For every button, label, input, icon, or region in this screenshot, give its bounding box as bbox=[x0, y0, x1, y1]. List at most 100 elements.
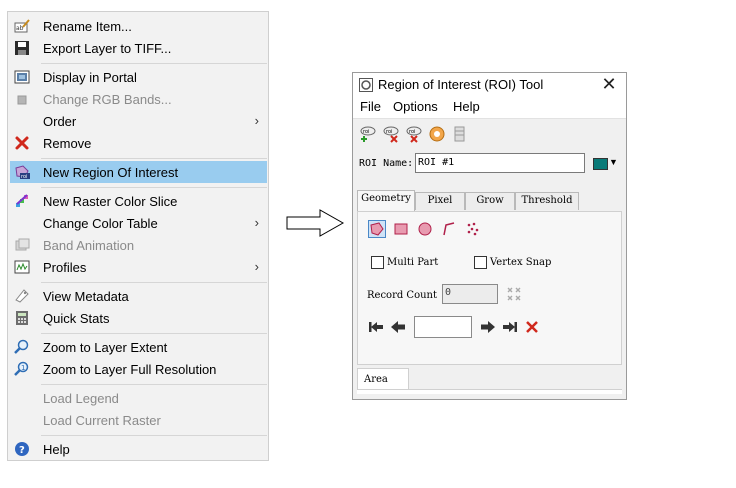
menu-item-label: Band Animation bbox=[43, 237, 135, 253]
rectangle-tool-button[interactable] bbox=[392, 220, 410, 238]
menu-item-help[interactable]: ? Help bbox=[10, 438, 267, 460]
next-record-button[interactable] bbox=[479, 318, 497, 336]
multi-part-checkbox[interactable]: Multi Part bbox=[371, 256, 438, 269]
menu-item-label: New Raster Color Slice bbox=[43, 193, 178, 209]
menu-bar: File Options Help bbox=[353, 97, 626, 119]
close-button[interactable]: ✕ bbox=[600, 75, 618, 93]
delete-icon bbox=[526, 321, 538, 333]
last-record-button[interactable] bbox=[501, 318, 519, 336]
svg-text:roi: roi bbox=[363, 129, 369, 135]
layer-context-menu: ab Rename Item... Export Layer to TIFF..… bbox=[7, 11, 269, 461]
menu-item-change-rgb-bands[interactable]: Change RGB Bands... bbox=[10, 88, 267, 110]
menu-item-new-roi[interactable]: roi New Region Of Interest bbox=[10, 161, 267, 183]
zoom-extent-icon bbox=[14, 339, 30, 355]
new-roi-icon: roi bbox=[360, 126, 376, 142]
menu-item-label: Export Layer to TIFF... bbox=[43, 40, 172, 56]
menu-item-order[interactable]: Order › bbox=[10, 110, 267, 132]
menu-file[interactable]: File bbox=[360, 99, 381, 114]
polyline-tool-button[interactable] bbox=[440, 220, 458, 238]
menu-item-quick-stats[interactable]: Quick Stats bbox=[10, 307, 267, 329]
chevron-down-icon[interactable]: ▼ bbox=[609, 157, 618, 167]
menu-separator bbox=[41, 158, 267, 159]
ellipse-tool-button[interactable] bbox=[416, 220, 434, 238]
rename-icon: ab bbox=[14, 18, 30, 34]
polyline-icon bbox=[443, 222, 455, 236]
menu-item-zoom-layer-extent[interactable]: Zoom to Layer Extent bbox=[10, 336, 267, 358]
menu-item-display-portal[interactable]: Display in Portal bbox=[10, 66, 267, 88]
color-slice-icon bbox=[14, 193, 30, 209]
menu-item-label: Profiles bbox=[43, 259, 87, 275]
menu-item-label: Change RGB Bands... bbox=[43, 91, 172, 107]
menu-item-label: Zoom to Layer Extent bbox=[43, 339, 168, 355]
polygon-icon bbox=[370, 222, 384, 236]
menu-item-profiles[interactable]: Profiles › bbox=[10, 256, 267, 278]
record-navigation bbox=[367, 316, 541, 338]
roi-name-label: ROI Name: bbox=[359, 158, 414, 169]
profiles-icon bbox=[14, 259, 30, 275]
delete-all-roi-button[interactable]: roi bbox=[405, 125, 423, 143]
roi-color-swatch[interactable] bbox=[593, 158, 608, 170]
title-bar: Region of Interest (ROI) Tool ✕ bbox=[353, 73, 626, 97]
menu-separator bbox=[41, 282, 267, 283]
tab-threshold[interactable]: Threshold bbox=[515, 192, 579, 210]
svg-text:roi: roi bbox=[386, 129, 392, 135]
menu-item-band-animation[interactable]: Band Animation bbox=[10, 234, 267, 256]
svg-text:roi: roi bbox=[21, 174, 27, 180]
record-count-label: Record Count bbox=[367, 290, 437, 301]
menu-item-zoom-full-resolution[interactable]: 1 Zoom to Layer Full Resolution bbox=[10, 358, 267, 380]
rectangle-icon bbox=[394, 223, 408, 235]
band-animation-icon bbox=[14, 237, 30, 253]
tab-area[interactable]: Area bbox=[357, 368, 409, 390]
menu-separator bbox=[41, 63, 267, 64]
menu-separator bbox=[41, 333, 267, 334]
tab-geometry[interactable]: Geometry bbox=[357, 190, 415, 211]
first-record-button[interactable] bbox=[367, 318, 385, 336]
gear-roi-icon bbox=[429, 126, 445, 142]
table-button[interactable] bbox=[451, 125, 469, 143]
delete-roi-button[interactable]: roi bbox=[382, 125, 400, 143]
polygon-tool-button[interactable] bbox=[368, 220, 386, 238]
roi-toolbar: roi roi roi bbox=[359, 125, 469, 145]
roi-options-button[interactable] bbox=[428, 125, 446, 143]
zoom-full-res-icon: 1 bbox=[14, 361, 30, 377]
menu-item-load-current-raster[interactable]: Load Current Raster bbox=[10, 409, 267, 431]
menu-options[interactable]: Options bbox=[393, 99, 438, 114]
menu-item-label: New Region Of Interest bbox=[43, 164, 179, 180]
vertex-snap-checkbox[interactable]: Vertex Snap bbox=[474, 256, 551, 269]
svg-text:roi: roi bbox=[409, 129, 415, 135]
metadata-icon bbox=[14, 288, 30, 304]
point-tool-button[interactable] bbox=[464, 220, 482, 238]
menu-separator bbox=[41, 187, 267, 188]
delete-records-icon bbox=[507, 287, 521, 301]
menu-item-rename[interactable]: ab Rename Item... bbox=[10, 15, 267, 37]
new-roi-button[interactable]: roi bbox=[359, 125, 377, 143]
chevron-right-icon: › bbox=[254, 259, 259, 274]
roi-tool-window: Region of Interest (ROI) Tool ✕ File Opt… bbox=[352, 72, 627, 400]
roi-name-input[interactable]: ROI #1 bbox=[415, 153, 585, 173]
menu-item-change-color-table[interactable]: Change Color Table › bbox=[10, 212, 267, 234]
menu-help[interactable]: Help bbox=[453, 99, 480, 114]
points-icon bbox=[467, 222, 479, 236]
checkbox[interactable] bbox=[371, 256, 384, 269]
shape-tools bbox=[368, 220, 482, 238]
menu-item-view-metadata[interactable]: View Metadata bbox=[10, 285, 267, 307]
tab-grow[interactable]: Grow bbox=[465, 192, 515, 210]
menu-item-export-tiff[interactable]: Export Layer to TIFF... bbox=[10, 37, 267, 59]
previous-record-button[interactable] bbox=[389, 318, 407, 336]
roi-app-icon bbox=[359, 78, 373, 92]
menu-item-label: Order bbox=[43, 113, 77, 129]
menu-item-new-raster-color-slice[interactable]: New Raster Color Slice bbox=[10, 190, 267, 212]
bottom-tab-strip bbox=[357, 389, 622, 394]
chevron-right-icon: › bbox=[254, 113, 259, 128]
delete-record-button[interactable] bbox=[523, 318, 541, 336]
menu-item-load-legend[interactable]: Load Legend bbox=[10, 387, 267, 409]
last-icon bbox=[503, 322, 517, 332]
table-icon bbox=[454, 126, 465, 142]
tab-pixel[interactable]: Pixel bbox=[415, 192, 465, 210]
record-index-input[interactable] bbox=[414, 316, 472, 338]
menu-item-remove[interactable]: Remove bbox=[10, 132, 267, 154]
menu-separator bbox=[41, 384, 267, 385]
window-title: Region of Interest (ROI) Tool bbox=[378, 77, 544, 92]
checkbox[interactable] bbox=[474, 256, 487, 269]
arrow-right-icon bbox=[481, 321, 495, 333]
